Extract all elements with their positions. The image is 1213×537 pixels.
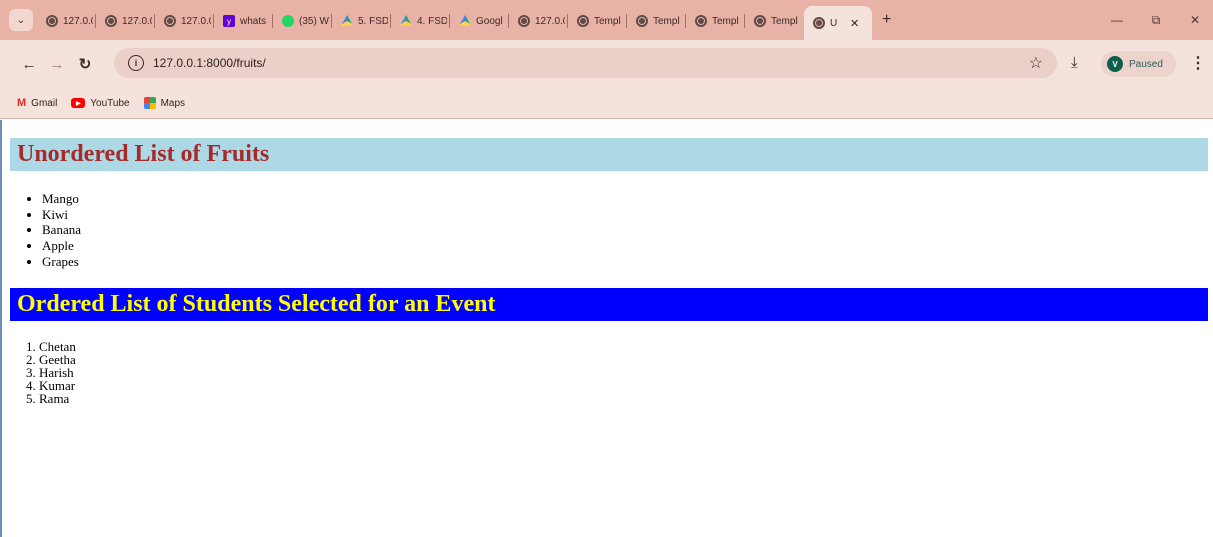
browser-tab[interactable]: 4. FSD xyxy=(391,6,450,36)
browser-tab[interactable]: Templ xyxy=(745,6,804,36)
globe-icon xyxy=(577,15,589,27)
drive-icon xyxy=(341,15,353,26)
back-arrow-icon[interactable]: ← xyxy=(15,50,43,78)
browser-tab[interactable]: 127.0.0 xyxy=(509,6,568,36)
tab-label: Googl xyxy=(476,15,503,27)
drive-icon xyxy=(459,15,471,26)
globe-icon xyxy=(46,15,58,27)
browser-tab[interactable]: 5. FSD xyxy=(332,6,391,36)
bookmarks-bar: M Gmail ▶ YouTube Maps xyxy=(0,88,1213,119)
url-text[interactable]: 127.0.0.1:8000/fruits/ xyxy=(153,56,266,70)
tab-label: U xyxy=(830,17,838,29)
tab-label: Templ xyxy=(653,15,680,27)
list-item: Rama xyxy=(39,392,76,406)
close-tab-icon[interactable]: ✕ xyxy=(850,17,859,30)
globe-icon xyxy=(105,15,117,27)
bookmark-star-icon[interactable]: ☆ xyxy=(1029,53,1043,73)
browser-tab[interactable]: 127.0.0 xyxy=(96,6,155,36)
tab-label: 127.0.0 xyxy=(181,15,211,27)
profile-button[interactable]: V Paused xyxy=(1101,51,1176,77)
browser-tab[interactable]: (35) W xyxy=(273,6,332,36)
fruit-list: Mango Kiwi Banana Apple Grapes xyxy=(42,191,81,269)
students-heading: Ordered List of Students Selected for an… xyxy=(10,288,1208,321)
tab-label: Templ xyxy=(712,15,739,27)
tab-label: 127.0.0 xyxy=(535,15,565,27)
tab-strip: ⌄ 127.0.0 127.0.0 127.0.0 y whats (35) W… xyxy=(0,0,1213,40)
browser-tab[interactable]: y whats xyxy=(214,6,273,36)
list-item: Grapes xyxy=(42,254,81,270)
address-bar[interactable]: i 127.0.0.1:8000/fruits/ ☆ xyxy=(114,48,1057,78)
bookmark-label: Maps xyxy=(160,97,186,109)
close-window-icon[interactable]: ✕ xyxy=(1172,0,1213,40)
more-menu-icon[interactable]: ⋮ xyxy=(1190,53,1206,73)
tab-label: 127.0.0 xyxy=(122,15,152,27)
globe-icon xyxy=(164,15,176,27)
site-info-icon[interactable]: i xyxy=(128,55,144,71)
browser-tab[interactable]: Templ xyxy=(568,6,627,36)
tab-label: 5. FSD xyxy=(358,15,388,27)
maps-icon xyxy=(143,97,156,109)
tab-search-button[interactable]: ⌄ xyxy=(9,9,33,31)
new-tab-icon[interactable]: + xyxy=(882,11,891,29)
browser-tab[interactable]: Templ xyxy=(627,6,686,36)
youtube-icon: ▶ xyxy=(71,98,86,108)
bookmark-youtube[interactable]: ▶ YouTube xyxy=(71,97,130,109)
bookmark-maps[interactable]: Maps xyxy=(143,97,186,109)
tab-label: 4. FSD xyxy=(417,15,447,27)
list-item: Mango xyxy=(42,191,81,207)
browser-tab[interactable]: Googl xyxy=(450,6,509,36)
chevron-down-icon: ⌄ xyxy=(16,14,26,26)
reload-icon[interactable]: ↻ xyxy=(71,50,99,78)
globe-icon xyxy=(636,15,648,27)
gmail-icon: M xyxy=(17,97,27,109)
globe-icon xyxy=(813,17,825,29)
list-item: Banana xyxy=(42,222,81,238)
bookmark-gmail[interactable]: M Gmail xyxy=(17,97,57,109)
tab-label: Templ xyxy=(771,15,798,27)
drive-icon xyxy=(400,15,412,26)
page-viewport: Unordered List of Fruits Mango Kiwi Bana… xyxy=(0,120,1213,537)
globe-icon xyxy=(695,15,707,27)
tab-label: (35) W xyxy=(299,15,329,27)
active-tab[interactable]: U ✕ xyxy=(804,6,872,40)
download-icon[interactable]: ⤓ xyxy=(1071,54,1078,71)
fruits-heading: Unordered List of Fruits xyxy=(10,138,1208,171)
globe-icon xyxy=(518,15,530,27)
list-item: Kiwi xyxy=(42,207,81,223)
browser-toolbar: ← → ↻ i 127.0.0.1:8000/fruits/ ☆ ⤓ V Pau… xyxy=(0,40,1213,88)
bookmark-label: Gmail xyxy=(31,97,58,109)
tab-label: whats xyxy=(240,15,267,27)
browser-tab[interactable]: 127.0.0 xyxy=(37,6,96,36)
yahoo-icon: y xyxy=(223,15,235,27)
avatar: V xyxy=(1107,56,1123,72)
browser-tab[interactable]: Templ xyxy=(686,6,745,36)
whatsapp-icon xyxy=(282,15,294,27)
profile-status: Paused xyxy=(1129,58,1163,70)
bookmark-label: YouTube xyxy=(90,97,130,109)
tab-label: 127.0.0 xyxy=(63,15,93,27)
student-list: Chetan Geetha Harish Kumar Rama xyxy=(39,340,76,406)
list-item: Apple xyxy=(42,238,81,254)
forward-arrow-icon[interactable]: → xyxy=(43,50,71,78)
tab-label: Templ xyxy=(594,15,621,27)
globe-icon xyxy=(754,15,766,27)
browser-tab[interactable]: 127.0.0 xyxy=(155,6,214,36)
